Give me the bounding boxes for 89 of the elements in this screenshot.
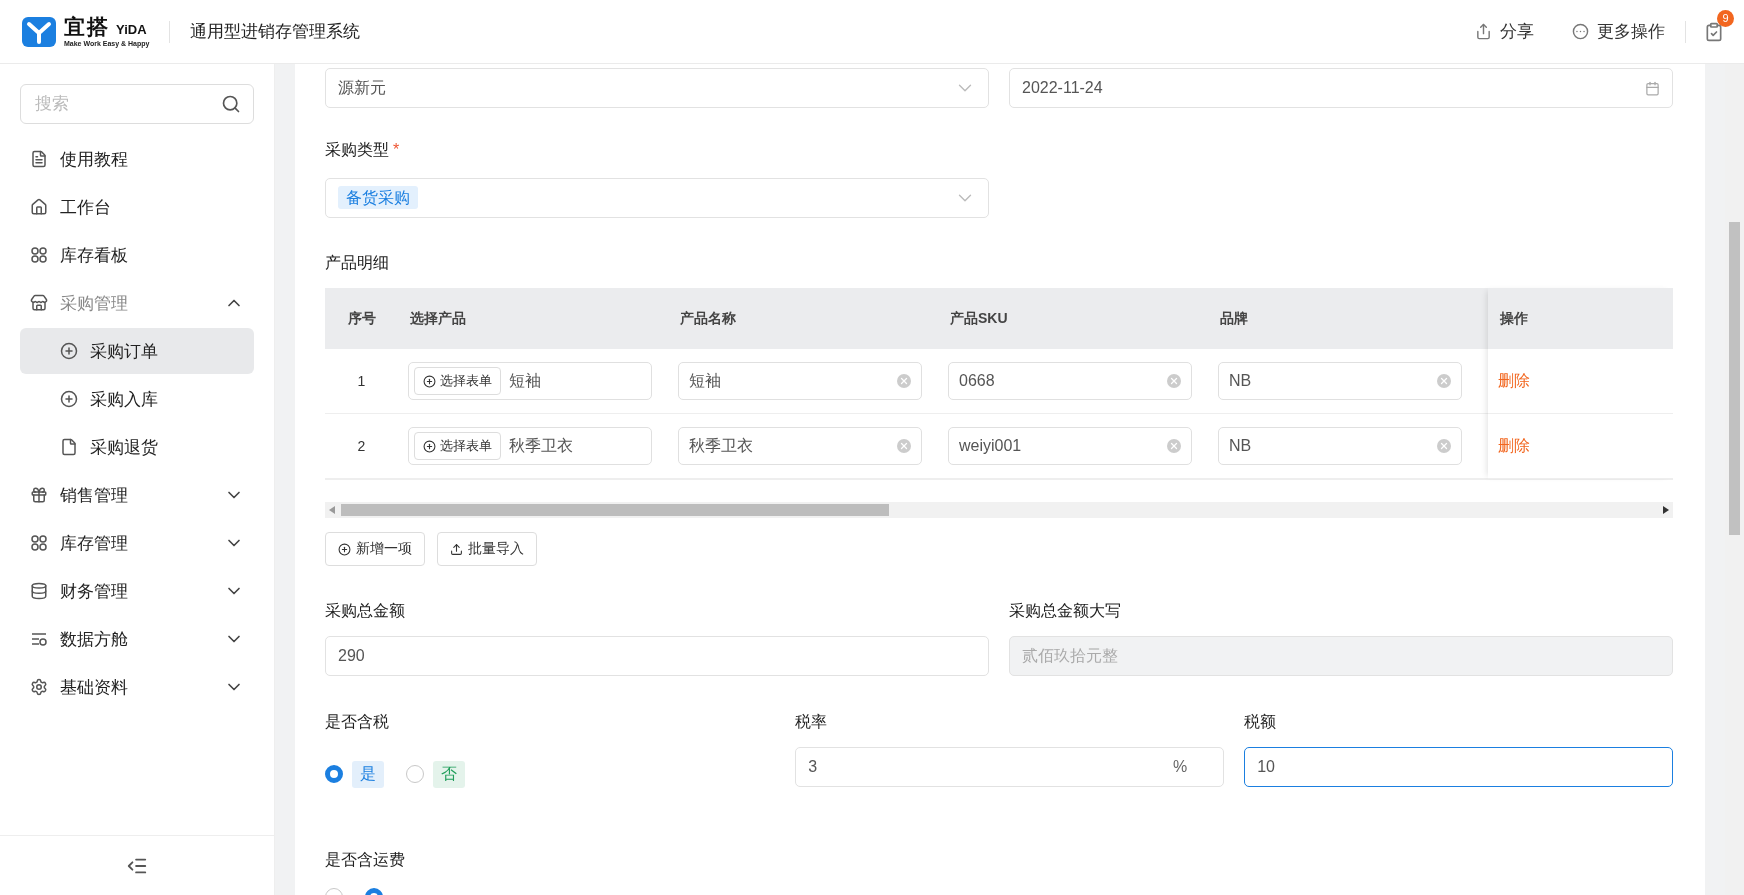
- nav-item[interactable]: 销售管理: [20, 472, 254, 518]
- column-header: 品牌: [1219, 309, 1249, 328]
- input-field[interactable]: 3 %: [795, 747, 1225, 787]
- column-header: 选择产品: [409, 309, 467, 328]
- clear-icon[interactable]: [897, 439, 911, 453]
- column-header: 产品SKU: [949, 309, 1009, 328]
- field-label: 税额: [1244, 712, 1278, 732]
- field-label: 是否含运费: [325, 850, 406, 870]
- select-form-button[interactable]: 选择表单: [414, 367, 501, 395]
- more-actions-button[interactable]: 更多操作: [1572, 20, 1665, 43]
- input-field[interactable]: NB: [1218, 362, 1462, 400]
- share-button[interactable]: 分享: [1475, 20, 1534, 43]
- radio-button[interactable]: [325, 765, 343, 783]
- search-icon: [221, 94, 241, 114]
- nav-item[interactable]: 基础资料: [20, 664, 254, 710]
- clear-icon[interactable]: [1437, 439, 1451, 453]
- field-label: 采购总金额: [325, 601, 406, 621]
- radio-button[interactable]: [406, 765, 424, 783]
- nav-item[interactable]: 采购入库: [20, 376, 254, 422]
- plus-circle-icon: [60, 390, 78, 408]
- count-badge: 9: [1717, 9, 1734, 27]
- input-field[interactable]: 0668: [948, 362, 1192, 400]
- share-icon: [1475, 23, 1492, 40]
- scroll-right-icon[interactable]: [1663, 506, 1669, 514]
- import-button[interactable]: 批量导入: [437, 532, 537, 566]
- row-number: 2: [357, 438, 366, 454]
- select-form-button[interactable]: 选择表单: [414, 432, 501, 460]
- plus-circle-icon: [338, 542, 351, 556]
- document-icon: [60, 438, 78, 456]
- home-icon: [30, 198, 48, 216]
- add-button[interactable]: 新增一项: [325, 532, 425, 566]
- search-field[interactable]: 搜索: [20, 84, 254, 124]
- field-label: 是否含税: [325, 712, 390, 732]
- plus-circle-icon: [423, 374, 436, 388]
- logo-latin: YiDA: [116, 23, 147, 36]
- field-label: 税率: [795, 712, 829, 732]
- nav-item[interactable]: 库存管理: [20, 520, 254, 566]
- document-icon: [30, 150, 48, 168]
- gift-icon: [30, 486, 48, 504]
- input-field[interactable]: 290: [325, 636, 989, 676]
- nav-item[interactable]: 使用教程: [20, 136, 254, 182]
- section-label: 产品明细: [325, 253, 390, 273]
- field-label: 采购总金额大写: [1009, 601, 1122, 621]
- clear-icon[interactable]: [1437, 374, 1451, 388]
- column-header: 产品名称: [679, 309, 737, 328]
- row-number: 1: [357, 373, 366, 389]
- logo-icon: [22, 14, 56, 49]
- more-icon: [1572, 23, 1589, 40]
- vertical-scrollbar[interactable]: [1725, 64, 1744, 895]
- option-tag: 否: [433, 760, 465, 788]
- input-field[interactable]: 短袖: [678, 362, 922, 400]
- input-field[interactable]: weiyi001: [948, 427, 1192, 465]
- grid-icon: [30, 246, 48, 264]
- clear-icon[interactable]: [1167, 439, 1181, 453]
- todo-icon[interactable]: [1704, 21, 1724, 42]
- plus-circle-icon: [60, 342, 78, 360]
- input-field[interactable]: 秋季卫衣: [678, 427, 922, 465]
- nav-item[interactable]: 库存看板: [20, 232, 254, 278]
- grid-icon: [30, 534, 48, 552]
- clear-icon[interactable]: [1167, 374, 1181, 388]
- select-field[interactable]: 备货采购: [325, 178, 989, 218]
- app-title: 通用型进销存管理系统: [190, 21, 361, 43]
- settings-icon: [30, 678, 48, 696]
- list-icon: [30, 630, 48, 648]
- nav-item[interactable]: 数据方舱: [20, 616, 254, 662]
- column-header: 操作: [1499, 309, 1529, 328]
- date-field[interactable]: 2022-11-24: [1009, 68, 1673, 108]
- store-icon: [30, 294, 48, 312]
- logo-name: 宜搭: [64, 16, 110, 37]
- nav-item[interactable]: 采购管理: [20, 280, 254, 326]
- input-field[interactable]: 10: [1244, 747, 1673, 787]
- product-picker[interactable]: 选择表单 短袖: [408, 362, 652, 400]
- upload-icon: [450, 542, 463, 556]
- horizontal-scrollbar[interactable]: [325, 502, 1673, 518]
- nav-item[interactable]: 工作台: [20, 184, 254, 230]
- option-tag: 是: [352, 760, 384, 788]
- input-field[interactable]: NB: [1218, 427, 1462, 465]
- select-field[interactable]: 源新元: [325, 68, 989, 108]
- scroll-left-icon[interactable]: [329, 506, 335, 514]
- nav-item[interactable]: 采购订单: [20, 328, 254, 374]
- nav-item[interactable]: 采购退货: [20, 424, 254, 470]
- calendar-icon: [1645, 80, 1660, 96]
- database-icon: [30, 582, 48, 600]
- field-label: 采购类型 *: [325, 140, 401, 160]
- plus-circle-icon: [423, 439, 436, 453]
- clear-icon[interactable]: [897, 374, 911, 388]
- product-picker[interactable]: 选择表单 秋季卫衣: [408, 427, 652, 465]
- column-header: 序号: [346, 309, 377, 328]
- nav-item[interactable]: 财务管理: [20, 568, 254, 614]
